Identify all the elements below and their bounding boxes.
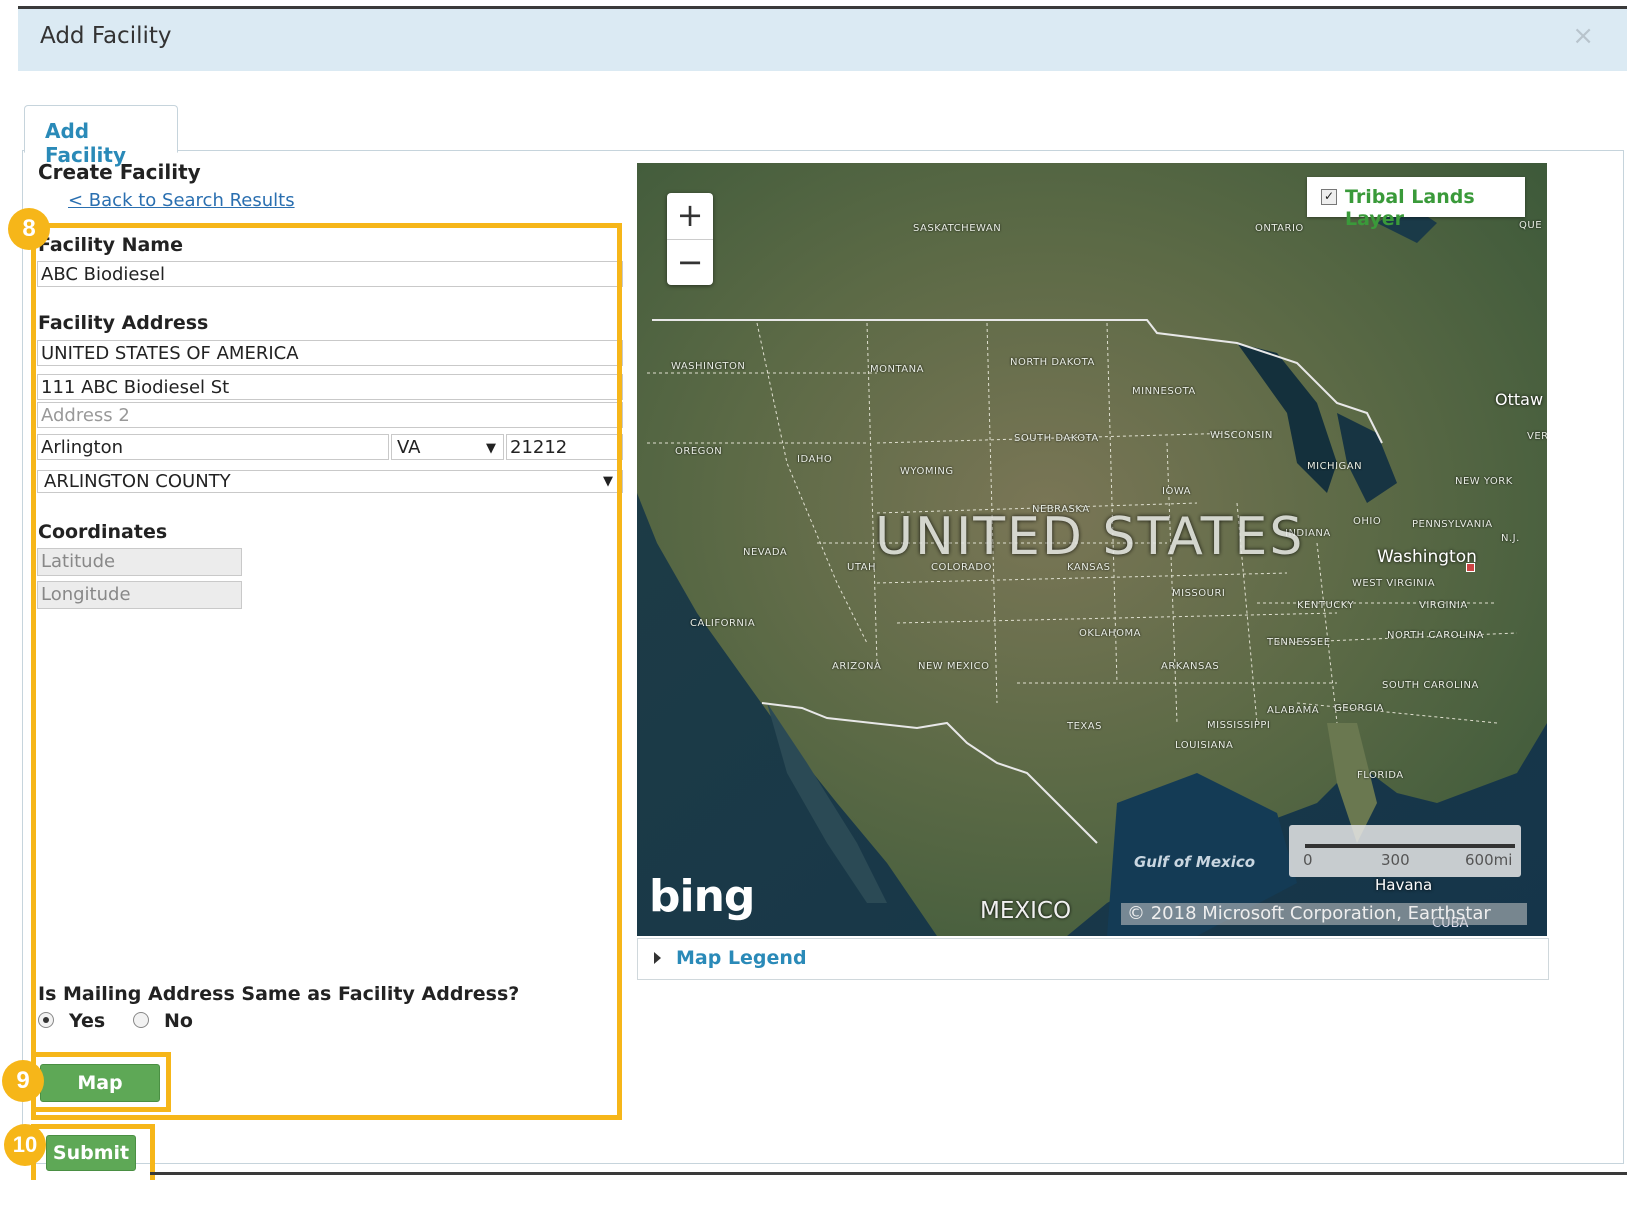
map-region-label: FLORIDA (1357, 770, 1404, 781)
map-region-label: VER (1527, 431, 1547, 442)
scale-bar: 0 300 600mi (1289, 825, 1521, 877)
map-region-label: ARIZONA (832, 661, 882, 672)
scale-label: 0 (1303, 851, 1313, 869)
dialog-header: Add Facility × (18, 9, 1627, 71)
map-region-label: NEW MEXICO (918, 661, 990, 672)
map-region-label: NEVADA (743, 547, 788, 558)
capital-marker (1466, 563, 1475, 572)
tribal-lands-toggle[interactable]: ✓ Tribal Lands Layer (1307, 177, 1525, 230)
map-region-label: OKLAHOMA (1079, 628, 1141, 639)
water-label: Gulf of Mexico (1134, 853, 1256, 871)
zoom-in-button[interactable]: + (667, 193, 713, 239)
checkbox-checked-icon[interactable]: ✓ (1321, 189, 1337, 205)
map-region-label: WYOMING (900, 466, 954, 477)
back-to-search-link[interactable]: < Back to Search Results (68, 190, 295, 211)
map-region-label: IOWA (1162, 486, 1192, 497)
highlight-box-10 (31, 1124, 155, 1180)
tab-label: Add Facility (45, 119, 127, 167)
scale-label: 300 (1381, 851, 1410, 869)
tribal-lands-label: Tribal Lands Layer (1345, 186, 1475, 230)
map-region-label: LOUISIANA (1175, 740, 1234, 751)
map-region-label: MISSISSIPPI (1207, 720, 1271, 731)
bottom-divider (150, 1172, 1627, 1175)
map-region-label: WASHINGTON (671, 361, 746, 372)
city-label: Ottaw (1495, 390, 1544, 409)
zoom-control: + − (667, 193, 713, 285)
zoom-out-button[interactable]: − (667, 240, 713, 286)
map-region-label: UTAH (847, 562, 877, 573)
map-region-label: MINNESOTA (1132, 386, 1196, 397)
map-region-label: NEW YORK (1455, 476, 1513, 487)
map-region-label: ONTARIO (1255, 223, 1304, 234)
step-badge-10: 10 (4, 1124, 46, 1166)
map-region-label: TEXAS (1067, 721, 1102, 732)
map-region-label: SOUTH DAKOTA (1014, 433, 1099, 444)
map-region-label: QUE (1519, 220, 1543, 231)
map-legend-toggle[interactable]: Map Legend (637, 938, 1549, 980)
map-region-label: ARKANSAS (1161, 661, 1220, 672)
map-copyright: © 2018 Microsoft Corporation, Earthstar (1121, 903, 1527, 925)
bing-logo: bing (649, 871, 755, 922)
highlight-box-8 (31, 223, 622, 1120)
map-region-label: MICHIGAN (1307, 461, 1363, 472)
map-region-label: PENNSYLVANIA (1412, 519, 1493, 530)
map-view[interactable]: + − ✓ Tribal Lands Layer SASKATCHEWAN ON… (637, 163, 1547, 936)
map-region-label: VIRGINIA (1419, 600, 1468, 611)
map-region-label: N.J. (1501, 533, 1520, 544)
country-label-mexico: MEXICO (980, 898, 1072, 924)
map-region-label: WISCONSIN (1210, 430, 1273, 441)
map-region-label: IDAHO (797, 454, 833, 465)
close-icon[interactable]: × (1572, 21, 1594, 51)
highlight-box-9 (31, 1052, 171, 1112)
map-region-label: ALABAMA (1267, 705, 1320, 716)
map-region-label: TENNESSEE (1267, 637, 1331, 648)
map-region-label: GEORGIA (1334, 703, 1384, 714)
map-region-label: CALIFORNIA (690, 618, 756, 629)
dialog-title: Add Facility (40, 23, 172, 49)
map-region-label: MONTANA (870, 364, 924, 375)
map-region-label: SOUTH CAROLINA (1382, 680, 1479, 691)
map-region-label: OHIO (1353, 516, 1382, 527)
map-region-label: KENTUCKY (1297, 600, 1355, 611)
scale-label: 600mi (1465, 851, 1513, 869)
map-legend-label: Map Legend (676, 947, 807, 969)
map-region-label: WEST VIRGINIA (1352, 578, 1436, 589)
caret-right-icon (654, 952, 661, 964)
map-region-label: SASKATCHEWAN (913, 223, 1002, 234)
country-label: UNITED STATES (875, 507, 1305, 567)
map-region-label: NORTH CAROLINA (1387, 630, 1484, 641)
capital-label: Washington (1377, 547, 1477, 567)
step-badge-9: 9 (2, 1060, 44, 1102)
map-region-label: NORTH DAKOTA (1010, 357, 1095, 368)
tab-add-facility[interactable]: Add Facility (24, 105, 178, 167)
map-region-label: MISSOURI (1172, 588, 1226, 599)
scale-line (1305, 844, 1515, 848)
map-region-label: OREGON (675, 446, 723, 457)
city-label: Havana (1375, 876, 1433, 894)
step-badge-8: 8 (8, 208, 50, 250)
